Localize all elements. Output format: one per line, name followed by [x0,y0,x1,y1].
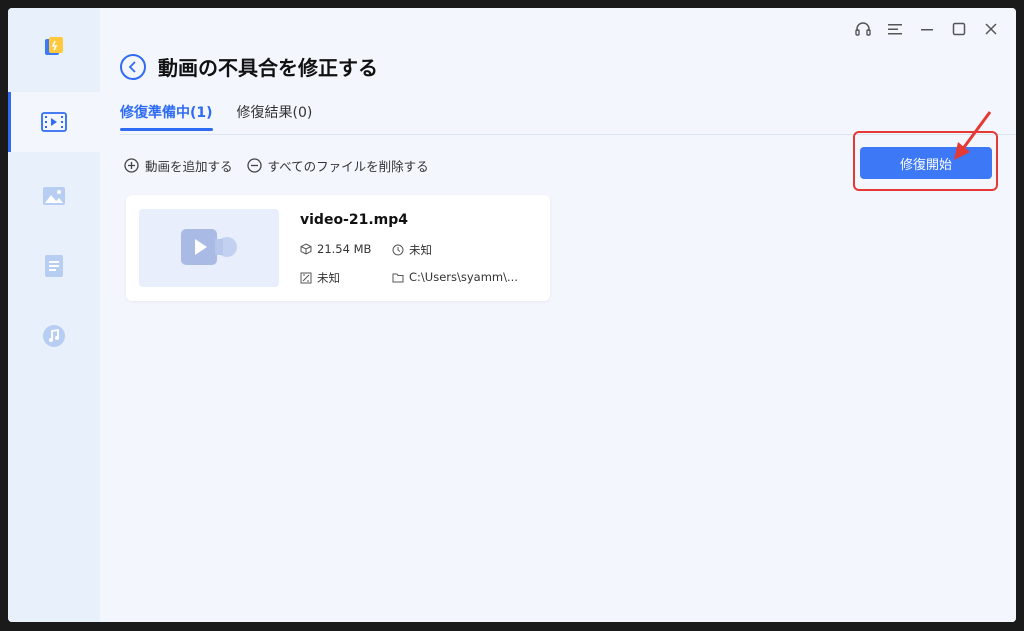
video-icon [41,112,67,132]
window-controls [852,18,1002,40]
file-card[interactable]: video-21.mp4 21.54 MB 未知 未知 C:\Users\sya… [126,195,550,301]
main-panel: 動画の不具合を修正する 修復準備中(1) 修復結果(0) 動画を追加する すべて… [100,8,1016,622]
back-button[interactable] [120,53,146,80]
minimize-icon [921,29,933,31]
annotation-arrow-icon [954,111,992,160]
clock-icon [392,244,404,256]
sidebar-item-video-repair[interactable] [8,92,100,152]
file-resolution: 未知 [300,270,340,286]
document-icon [45,255,63,277]
maximize-icon [952,22,966,36]
file-path: C:\Users\syamm\... [392,270,518,284]
menu-icon [888,24,902,35]
close-button[interactable] [980,18,1002,40]
chevron-left-icon [128,60,136,73]
app-window: 動画の不具合を修正する 修復準備中(1) 修復結果(0) 動画を追加する すべて… [8,8,1016,622]
app-logo-icon [42,34,66,58]
folder-icon [392,273,404,282]
headset-icon [855,22,871,36]
music-icon [43,325,65,347]
minus-circle-icon [246,158,262,173]
toolbar: 動画を追加する すべてのファイルを削除する [124,156,429,175]
remove-all-label: すべてのファイルを削除する [267,159,429,174]
file-path-value: C:\Users\syamm\... [409,270,518,284]
plus-circle-icon [124,158,139,173]
file-duration: 未知 [392,242,432,258]
file-name: video-21.mp4 [300,212,409,228]
sidebar-item-audio-repair[interactable] [8,306,100,366]
support-button[interactable] [852,18,874,40]
page-title: 動画の不具合を修正する [158,56,378,80]
page-header: 動画の不具合を修正する [120,52,378,81]
tab-results[interactable]: 修復結果(0) [237,102,313,130]
cube-icon [300,243,312,255]
file-size: 21.54 MB [300,242,371,256]
add-video-button[interactable]: 動画を追加する [124,156,233,175]
file-resolution-value: 未知 [317,271,340,285]
video-camera-icon [181,229,237,265]
minimize-button[interactable] [916,18,938,40]
file-duration-value: 未知 [409,243,432,257]
image-icon [43,187,65,205]
sidebar [8,8,100,622]
sidebar-item-photo-repair[interactable] [8,166,100,226]
add-video-label: 動画を追加する [145,159,233,174]
close-icon [985,23,997,35]
remove-all-button[interactable]: すべてのファイルを削除する [246,156,429,175]
video-thumbnail [139,209,279,287]
tab-bar: 修復準備中(1) 修復結果(0) [120,102,313,131]
menu-button[interactable] [884,18,906,40]
resolution-icon [300,272,312,284]
maximize-button[interactable] [948,18,970,40]
tab-pending[interactable]: 修復準備中(1) [120,102,213,131]
file-size-value: 21.54 MB [317,242,372,256]
sidebar-item-document-repair[interactable] [8,236,100,296]
